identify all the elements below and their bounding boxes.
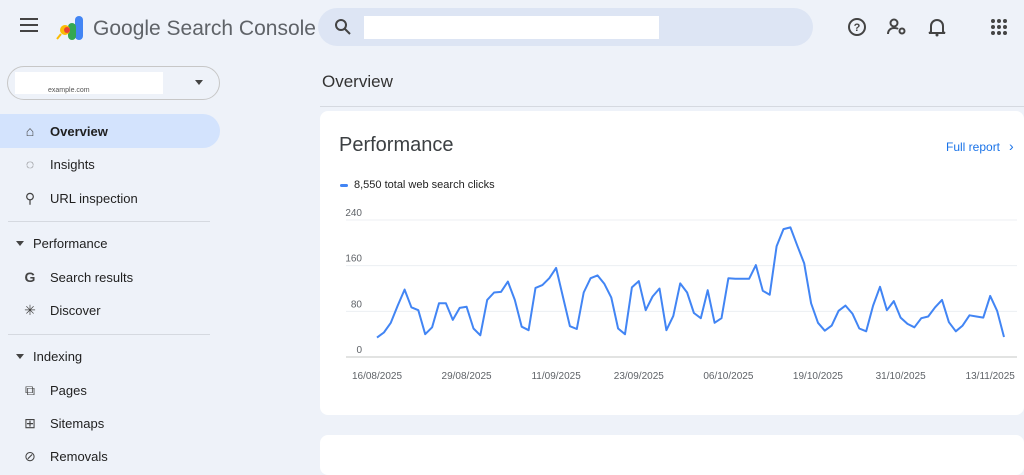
y-tick-label: 80 — [351, 299, 363, 310]
x-tick-label: 06/10/2025 — [703, 371, 753, 382]
legend-label: 8,550 total web search clicks — [354, 179, 495, 191]
divider — [8, 221, 210, 222]
sidebar-item-search-results[interactable]: G Search results — [0, 260, 220, 294]
sidebar-item-insights[interactable]: ◌ Insights — [0, 147, 220, 181]
section-label: Performance — [33, 236, 107, 251]
dropdown-caret-icon — [195, 80, 203, 85]
svg-text:?: ? — [854, 22, 861, 34]
search-input[interactable] — [364, 16, 659, 39]
sidebar-item-pages[interactable]: ⧉ Pages — [0, 373, 220, 407]
divider — [8, 334, 210, 335]
notifications-icon[interactable] — [926, 16, 948, 38]
x-tick-label: 23/09/2025 — [614, 371, 664, 382]
sidebar-item-label: Overview — [50, 124, 108, 139]
sidebar-item-label: Pages — [50, 383, 87, 398]
page-title: Overview — [322, 72, 393, 92]
section-label: Indexing — [33, 349, 82, 364]
eye-off-icon: ⊘ — [22, 448, 38, 464]
collapse-caret-icon — [16, 241, 24, 246]
help-icon[interactable]: ? — [846, 16, 868, 38]
apps-grid-icon[interactable] — [988, 16, 1010, 38]
performance-card: 0 80 160 240 16/08/2025 29/08/2025 11/09/2025 2… — [320, 111, 1024, 415]
google-g-icon: G — [22, 269, 38, 285]
brand-title: Google Search Console — [93, 17, 316, 41]
sidebar-item-url-inspection[interactable]: ⚲ URL inspection — [0, 181, 220, 215]
sidebar-item-label: Sitemaps — [50, 416, 104, 431]
y-tick-label: 160 — [345, 254, 362, 265]
clicks-series-line — [377, 227, 1004, 337]
x-tick-label: 11/09/2025 — [531, 371, 581, 382]
section-performance[interactable]: Performance — [0, 230, 210, 256]
sidebar-item-label: Discover — [50, 303, 101, 318]
section-indexing[interactable]: Indexing — [0, 343, 210, 369]
sidebar-item-label: Insights — [50, 157, 95, 172]
property-selector[interactable]: example.com — [7, 66, 220, 100]
search-console-logo — [56, 15, 86, 41]
legend-swatch — [340, 184, 348, 187]
manage-accounts-icon[interactable] — [886, 16, 908, 38]
full-report-link[interactable]: Full report › — [946, 138, 1014, 154]
secondary-card — [320, 435, 1024, 475]
x-tick-label: 19/10/2025 — [793, 371, 843, 382]
sitemap-icon: ⊞ — [22, 415, 38, 431]
x-tick-label: 31/10/2025 — [876, 371, 926, 382]
divider — [320, 106, 1024, 107]
sidebar-item-overview[interactable]: ⌂ Overview — [0, 114, 220, 148]
sidebar-item-discover[interactable]: ✳ Discover — [0, 293, 220, 327]
chart-legend[interactable]: 8,550 total web search clicks — [340, 179, 495, 191]
full-report-label: Full report — [946, 140, 1000, 154]
chevron-right-icon: › — [1009, 138, 1014, 154]
y-tick-label: 240 — [345, 208, 362, 219]
lightbulb-icon: ◌ — [22, 156, 38, 172]
asterisk-icon: ✳ — [22, 302, 38, 318]
pages-icon: ⧉ — [22, 382, 38, 398]
sidebar-item-removals[interactable]: ⊘ Removals — [0, 439, 220, 473]
x-tick-label: 29/08/2025 — [442, 371, 492, 382]
x-tick-label: 13/11/2025 — [966, 371, 1016, 382]
sidebar-item-label: URL inspection — [50, 191, 138, 206]
sidebar-item-sitemaps[interactable]: ⊞ Sitemaps — [0, 406, 220, 440]
property-url: example.com — [48, 87, 90, 94]
card-title: Performance — [339, 134, 454, 157]
home-icon: ⌂ — [22, 123, 38, 139]
menu-button[interactable] — [20, 18, 38, 32]
y-tick-label: 0 — [356, 345, 362, 356]
search-bar[interactable] — [318, 8, 813, 46]
search-icon: ⚲ — [22, 190, 38, 206]
collapse-caret-icon — [16, 354, 24, 359]
sidebar-item-label: Removals — [50, 449, 108, 464]
search-icon — [334, 18, 352, 36]
sidebar-item-label: Search results — [50, 270, 133, 285]
x-tick-label: 16/08/2025 — [352, 371, 402, 382]
